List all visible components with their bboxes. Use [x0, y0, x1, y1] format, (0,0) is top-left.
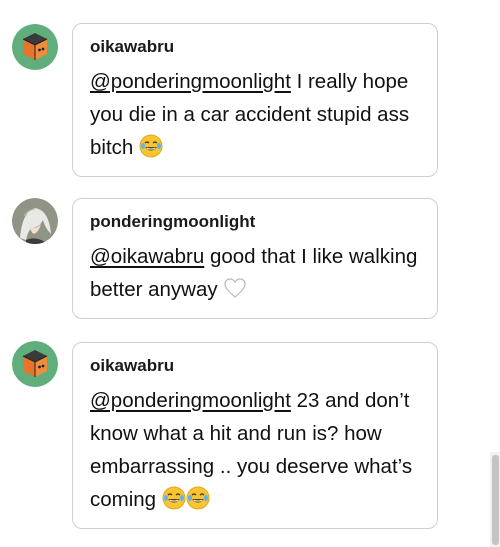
orange-cube-avatar-icon[interactable] [12, 24, 58, 70]
scrollbar-thumb[interactable] [492, 455, 499, 545]
reply-author[interactable]: oikawabru [90, 37, 423, 57]
reply-text: @ponderingmoonlight I really hope you di… [90, 65, 423, 164]
white-haired-character-avatar-icon[interactable] [12, 198, 58, 244]
tears-of-joy-emoji [139, 134, 163, 158]
mention-link[interactable]: @oikawabru [90, 245, 204, 268]
tears-of-joy-emoji [186, 486, 210, 510]
reply-author[interactable]: oikawabru [90, 356, 423, 376]
reply-thread: oikawabru @ponderingmoonlight I really h… [0, 0, 500, 547]
reply-bubble: ponderingmoonlight @oikawabru good that … [72, 198, 438, 319]
mention-link[interactable]: @ponderingmoonlight [90, 70, 291, 93]
mention-link[interactable]: @ponderingmoonlight [90, 389, 291, 412]
orange-cube-avatar-icon[interactable] [12, 341, 58, 387]
reply-author[interactable]: ponderingmoonlight [90, 212, 423, 232]
reply-text: @oikawabru good that I like walking bett… [90, 240, 423, 306]
reply-bubble: oikawabru @ponderingmoonlight I really h… [72, 23, 438, 177]
reply-text: @ponderingmoonlight 23 and don’t know wh… [90, 384, 423, 516]
reply-bubble: oikawabru @ponderingmoonlight 23 and don… [72, 342, 438, 529]
white-heart-emoji [223, 276, 247, 300]
tears-of-joy-emoji [162, 486, 186, 510]
